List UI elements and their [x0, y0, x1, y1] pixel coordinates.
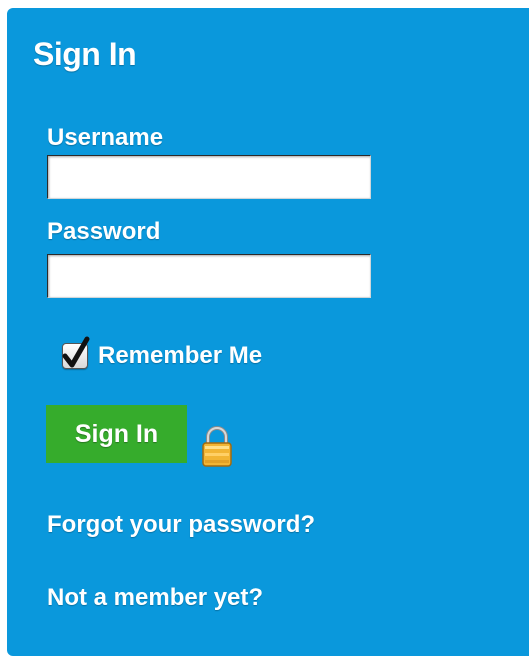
password-input[interactable]: [47, 254, 371, 298]
password-label: Password: [47, 218, 161, 245]
signin-panel: Sign In Username Password Remember Me Si…: [7, 8, 529, 656]
not-a-member-link[interactable]: Not a member yet?: [47, 586, 263, 610]
remember-me-option[interactable]: Remember Me: [62, 336, 263, 373]
padlock-icon: [202, 426, 232, 467]
forgot-password-link[interactable]: Forgot your password?: [47, 513, 315, 537]
username-input[interactable]: [47, 155, 371, 199]
remember-me-label: Remember Me: [98, 342, 263, 369]
sign-in-button[interactable]: Sign In: [46, 405, 187, 463]
remember-me-checkbox[interactable]: [62, 336, 90, 369]
panel-title: Sign In: [33, 36, 137, 72]
username-label: Username: [47, 124, 164, 151]
checkmark-icon: [62, 336, 90, 368]
